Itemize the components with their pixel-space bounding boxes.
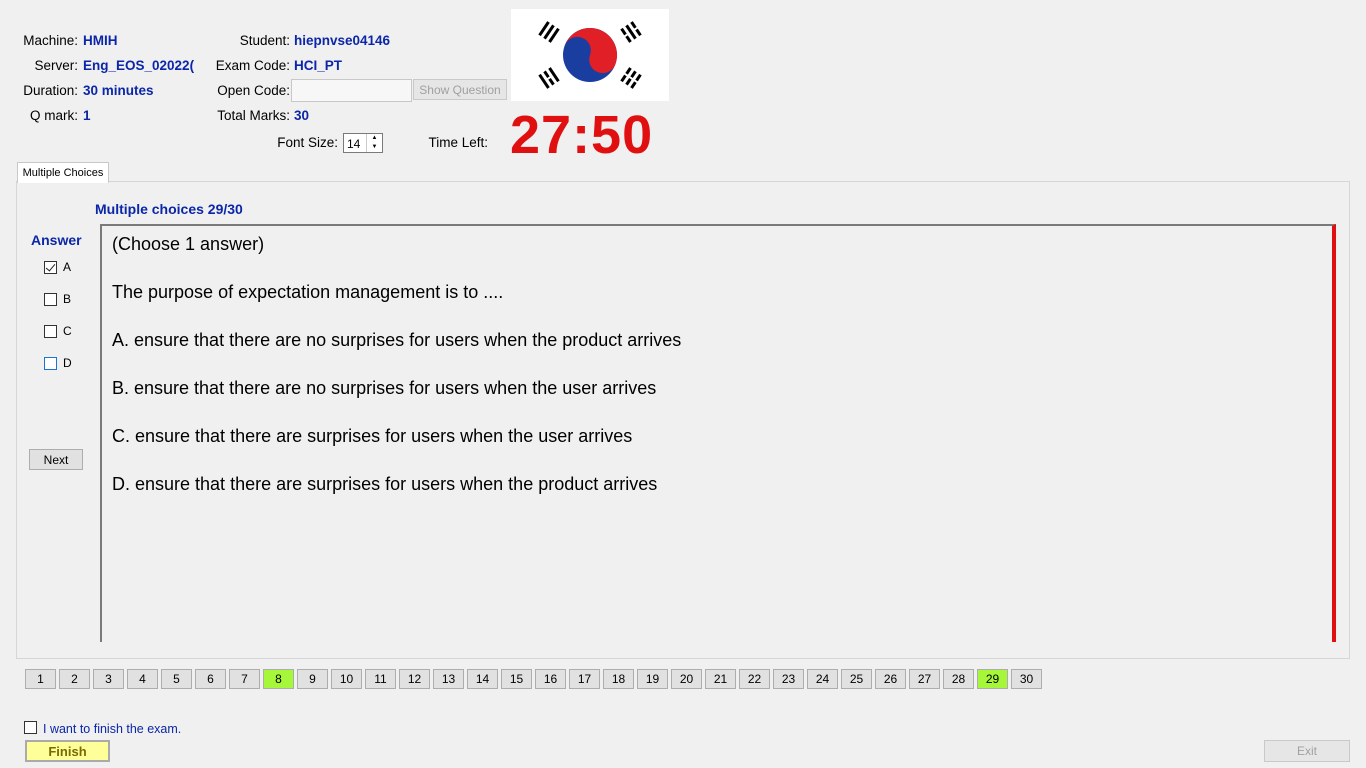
question-nav-button-15[interactable]: 15 (501, 669, 532, 689)
question-nav-button-14[interactable]: 14 (467, 669, 498, 689)
checkbox-c[interactable] (44, 324, 57, 338)
duration-value: 30 minutes (83, 83, 154, 98)
answer-title: Answer (31, 232, 82, 248)
exit-button[interactable]: Exit (1264, 740, 1350, 762)
checkbox-b[interactable] (44, 292, 57, 306)
student-value: hiepnvse04146 (294, 33, 391, 48)
question-nav-button-8[interactable]: 8 (263, 669, 294, 689)
question-nav-button-16[interactable]: 16 (535, 669, 566, 689)
exam-code-value: HCI_PT (294, 58, 343, 73)
checkbox-d[interactable] (44, 356, 57, 370)
question-text-box: (Choose 1 answer) The purpose of expecta… (100, 224, 1336, 642)
qmark-label: Q mark: (29, 108, 78, 123)
answer-option-label: D (63, 356, 72, 370)
finish-checkbox[interactable] (24, 721, 37, 734)
machine-value: HMIH (83, 33, 118, 48)
question-nav-button-12[interactable]: 12 (399, 669, 430, 689)
answer-option-d[interactable]: D (44, 356, 72, 370)
question-nav-button-30[interactable]: 30 (1011, 669, 1042, 689)
question-navigation: 1 2 3 4 5 6 7 8 9 10 11 12 13 14 15 16 17 18 19 20 21 22 23 24 2… (25, 669, 1045, 689)
question-nav-button-10[interactable]: 10 (331, 669, 362, 689)
machine-label: Machine: (23, 33, 78, 48)
spinner-down-icon[interactable]: ▼ (367, 143, 382, 152)
question-choice-c: C. ensure that there are surprises for u… (112, 426, 633, 446)
korea-flag-icon (511, 9, 669, 101)
tab-multiple-choices[interactable]: Multiple Choices (17, 162, 109, 183)
question-nav-button-22[interactable]: 22 (739, 669, 770, 689)
question-nav-button-7[interactable]: 7 (229, 669, 260, 689)
duration-label: Duration: (23, 83, 78, 98)
exam-code-label: Exam Code: (215, 58, 290, 73)
answer-option-label: C (63, 324, 72, 338)
font-size-label: Font Size: (277, 135, 338, 150)
question-nav-button-17[interactable]: 17 (569, 669, 600, 689)
question-choice-a: A. ensure that there are no surprises fo… (112, 330, 682, 350)
server-label: Server: (34, 58, 78, 73)
next-button[interactable]: Next (29, 449, 83, 470)
question-nav-button-21[interactable]: 21 (705, 669, 736, 689)
question-nav-button-24[interactable]: 24 (807, 669, 838, 689)
qmark-value: 1 (83, 108, 91, 123)
answer-option-label: B (63, 292, 72, 306)
student-label: Student: (239, 33, 290, 48)
question-stem: The purpose of expectation management is… (112, 282, 504, 302)
section-title: Multiple choices 29/30 (95, 201, 243, 217)
question-nav-button-11[interactable]: 11 (365, 669, 396, 689)
time-left-value: 27:50 (510, 105, 654, 165)
answer-option-b[interactable]: B (44, 292, 71, 306)
question-nav-button-4[interactable]: 4 (127, 669, 158, 689)
question-nav-button-9[interactable]: 9 (297, 669, 328, 689)
question-nav-button-13[interactable]: 13 (433, 669, 464, 689)
finish-checkbox-label[interactable]: I want to finish the exam. (43, 722, 181, 736)
question-choice-d: D. ensure that there are surprises for u… (112, 474, 658, 494)
question-nav-button-29[interactable]: 29 (977, 669, 1008, 689)
question-choice-b: B. ensure that there are no surprises fo… (112, 378, 657, 398)
question-nav-button-26[interactable]: 26 (875, 669, 906, 689)
open-code-label: Open Code: (217, 83, 290, 98)
finish-button[interactable]: Finish (25, 740, 110, 762)
question-nav-button-23[interactable]: 23 (773, 669, 804, 689)
answer-option-c[interactable]: C (44, 324, 72, 338)
answer-option-a[interactable]: A (44, 260, 71, 274)
question-nav-button-2[interactable]: 2 (59, 669, 90, 689)
server-value: Eng_EOS_02022( (83, 58, 195, 73)
question-nav-button-3[interactable]: 3 (93, 669, 124, 689)
question-nav-button-18[interactable]: 18 (603, 669, 634, 689)
answer-option-label: A (63, 260, 72, 274)
time-left-label: Time Left: (428, 135, 488, 150)
font-size-spinner[interactable]: 14 ▲ ▼ (343, 133, 383, 153)
total-marks-label: Total Marks: (217, 108, 290, 123)
question-nav-button-6[interactable]: 6 (195, 669, 226, 689)
question-nav-button-5[interactable]: 5 (161, 669, 192, 689)
question-instruction: (Choose 1 answer) (112, 234, 265, 254)
question-nav-button-20[interactable]: 20 (671, 669, 702, 689)
question-nav-button-1[interactable]: 1 (25, 669, 56, 689)
question-nav-button-19[interactable]: 19 (637, 669, 668, 689)
font-size-value: 14 (347, 137, 361, 151)
total-marks-value: 30 (294, 108, 310, 123)
question-nav-button-25[interactable]: 25 (841, 669, 872, 689)
open-code-input[interactable] (291, 79, 412, 102)
show-question-button[interactable]: Show Question (413, 79, 507, 100)
checkbox-a[interactable] (44, 260, 57, 274)
question-nav-button-27[interactable]: 27 (909, 669, 940, 689)
question-nav-button-28[interactable]: 28 (943, 669, 974, 689)
spinner-up-icon[interactable]: ▲ (367, 134, 382, 143)
